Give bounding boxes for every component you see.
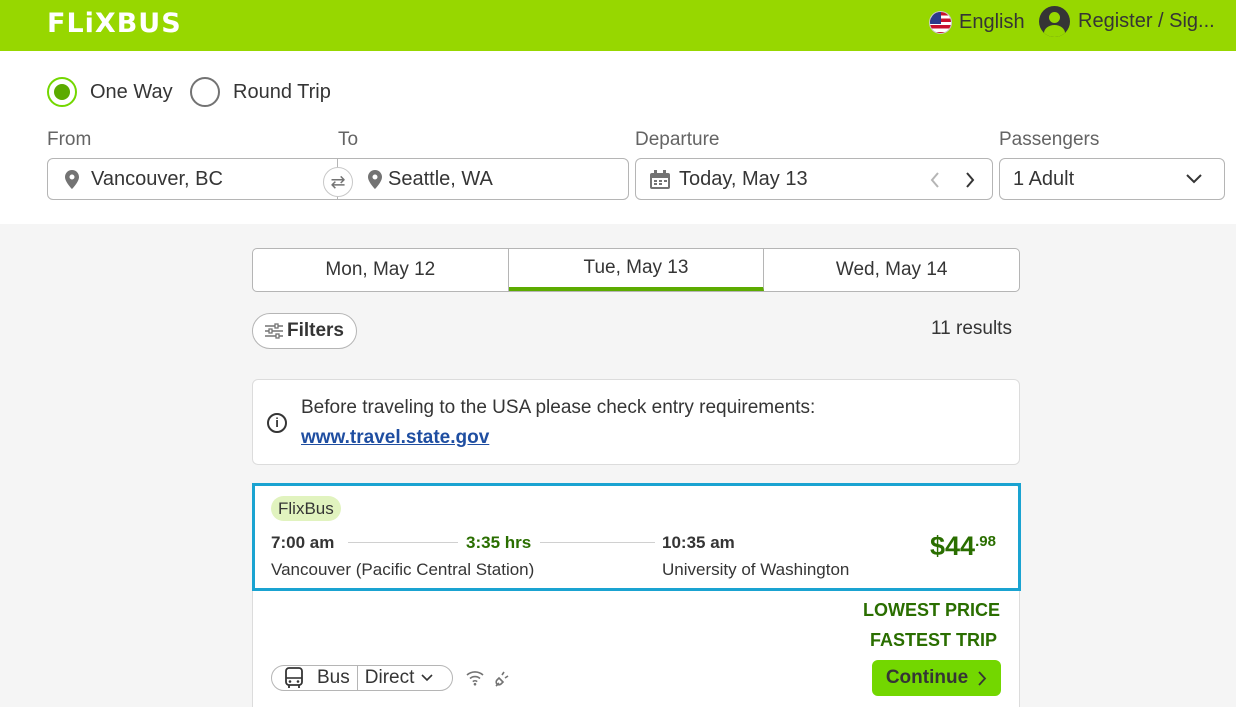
power-plug-icon [495, 671, 509, 687]
filters-label: Filters [286, 320, 345, 341]
to-label: To [338, 129, 359, 150]
radio-unchecked-icon [190, 77, 220, 107]
next-date-chevron-icon[interactable] [965, 172, 975, 188]
trip-duration: 3:35 hrs [466, 533, 532, 552]
from-value: Vancouver, BC [91, 167, 223, 190]
arrival-station: University of Washington [662, 560, 850, 579]
passengers-value: 1 Adult [1013, 167, 1075, 190]
tab-tue-may-13[interactable]: Tue, May 13 [508, 249, 765, 291]
arrival-time: 10:35 am [662, 533, 735, 552]
departure-time: 7:00 am [271, 533, 335, 552]
transport-type: Bus [317, 667, 350, 688]
chevron-down-icon [1186, 174, 1202, 184]
chevron-right-icon [978, 670, 987, 686]
top-bar: FLiXBUS English Register / Sig... [0, 0, 1236, 51]
calendar-icon [650, 169, 670, 189]
radio-checked-icon [47, 77, 77, 107]
route-type: Direct [364, 667, 415, 688]
one-way-radio[interactable]: One Way [47, 77, 173, 107]
departure-station: Vancouver (Pacific Central Station) [271, 560, 535, 579]
departure-value: Today, May 13 [679, 167, 808, 190]
to-input[interactable]: Seattle, WA [337, 158, 629, 200]
swap-arrows-icon: ⇄ [330, 171, 346, 192]
account-label: Register / Sig... [1078, 10, 1215, 32]
previous-date-chevron-icon[interactable] [930, 172, 940, 188]
round-trip-label: Round Trip [233, 80, 331, 103]
price-cents: .98 [975, 533, 996, 550]
passengers-label: Passengers [999, 129, 1100, 150]
tab-mon-may-12[interactable]: Mon, May 12 [253, 249, 509, 291]
lowest-price-tag: LOWEST PRICE [863, 600, 1001, 620]
one-way-label: One Way [90, 80, 173, 103]
info-icon: i [267, 413, 287, 433]
round-trip-radio[interactable]: Round Trip [190, 77, 331, 107]
trip-price: $44.98 [930, 531, 996, 562]
results-count: 11 results [931, 318, 1012, 339]
operator-badge: FlixBus [271, 496, 341, 521]
notice-text: Before traveling to the USA please check… [301, 397, 816, 418]
continue-button[interactable]: Continue [872, 660, 1001, 696]
language-selector[interactable]: English [929, 9, 1025, 35]
chevron-down-icon [421, 674, 433, 682]
location-pin-icon [368, 169, 382, 189]
price-dollars: $44 [930, 531, 976, 561]
filters-button[interactable]: Filters [252, 313, 357, 349]
from-input[interactable]: Vancouver, BC [47, 158, 338, 200]
tab-wed-may-14[interactable]: Wed, May 14 [764, 249, 1019, 291]
transport-details[interactable]: Bus Direct [271, 665, 453, 691]
date-tabs: Mon, May 12 Tue, May 13 Wed, May 14 [252, 248, 1020, 292]
sliders-icon [264, 323, 283, 339]
entry-requirements-notice: i Before traveling to the USA please che… [252, 379, 1020, 465]
location-pin-icon [65, 169, 79, 189]
wifi-icon [466, 671, 484, 686]
swap-route-button[interactable]: ⇄ [323, 167, 353, 197]
flixbus-logo[interactable]: FLiXBUS [47, 8, 182, 39]
passengers-select[interactable]: 1 Adult [999, 158, 1225, 200]
bus-icon [285, 667, 303, 688]
language-label: English [959, 10, 1025, 33]
search-panel: One Way Round Trip From To Departure Pas… [0, 51, 1236, 224]
continue-label: Continue [885, 667, 969, 688]
to-value: Seattle, WA [388, 167, 493, 190]
user-avatar-icon [1039, 6, 1070, 37]
travel-state-gov-link[interactable]: www.travel.state.gov [301, 427, 489, 449]
from-label: From [47, 129, 92, 150]
departure-label: Departure [635, 129, 720, 150]
us-flag-icon [929, 10, 952, 34]
fastest-trip-tag: FASTEST TRIP [870, 630, 998, 650]
route-line-right [540, 542, 655, 543]
divider [356, 666, 358, 690]
account-menu[interactable]: Register / Sig... [1039, 6, 1215, 37]
route-line-left [348, 542, 458, 543]
